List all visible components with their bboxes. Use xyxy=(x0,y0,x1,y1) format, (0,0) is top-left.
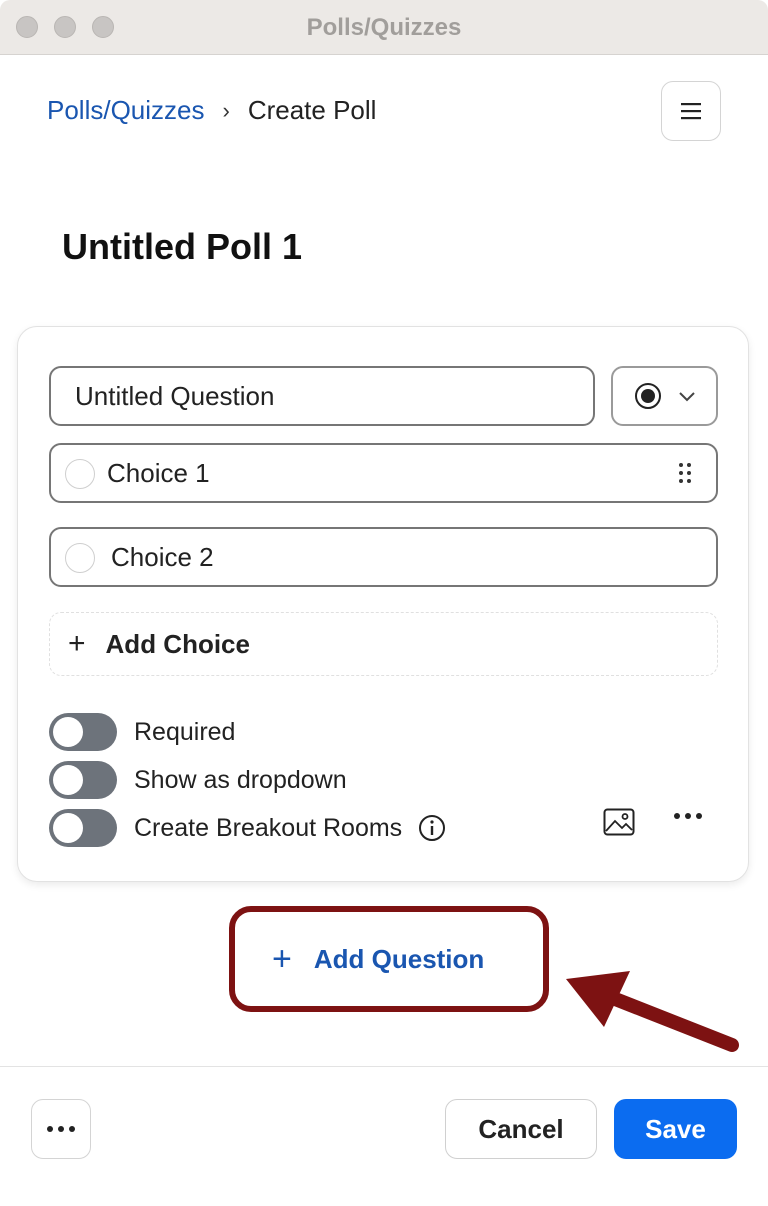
chevron-down-icon xyxy=(678,392,695,402)
question-title-input[interactable]: Untitled Question xyxy=(49,366,595,426)
breadcrumb: Polls/Quizzes › Create Poll xyxy=(47,95,376,126)
window-title: Polls/Quizzes xyxy=(306,14,462,41)
more-options-icon[interactable] xyxy=(673,812,703,820)
drag-handle-icon[interactable] xyxy=(678,461,692,485)
annotation-highlight-box xyxy=(229,906,549,1012)
breadcrumb-separator: › xyxy=(222,97,230,123)
option-required: Required xyxy=(49,712,235,752)
option-breakout-rooms: Create Breakout Rooms xyxy=(49,808,446,848)
breadcrumb-polls-link[interactable]: Polls/Quizzes xyxy=(47,95,205,126)
add-choice-label: Add Choice xyxy=(105,628,250,659)
window-titlebar: Polls/Quizzes xyxy=(0,0,768,55)
required-toggle[interactable] xyxy=(49,713,117,751)
choice-row[interactable]: Choice 1 xyxy=(49,443,718,503)
question-type-dropdown[interactable] xyxy=(611,366,718,426)
info-icon[interactable] xyxy=(418,814,446,842)
breakout-rooms-toggle[interactable] xyxy=(49,809,117,847)
question-card: Untitled Question Choice 1 Choice 2 + Ad… xyxy=(17,326,749,882)
option-label: Create Breakout Rooms xyxy=(134,813,403,842)
breadcrumb-current: Create Poll xyxy=(247,95,377,125)
image-icon[interactable] xyxy=(603,808,635,836)
radio-selected-icon xyxy=(634,383,661,409)
footer-more-button[interactable] xyxy=(31,1099,91,1159)
plus-icon: + xyxy=(68,627,86,660)
menu-button[interactable] xyxy=(661,81,721,141)
save-button[interactable]: Save xyxy=(614,1099,737,1159)
option-label: Show as dropdown xyxy=(134,765,347,794)
option-show-as-dropdown: Show as dropdown xyxy=(49,760,347,800)
choice-row[interactable]: Choice 2 xyxy=(49,527,718,587)
cancel-button[interactable]: Cancel xyxy=(445,1099,597,1159)
poll-title[interactable]: Untitled Poll 1 xyxy=(62,226,302,268)
radio-empty-icon xyxy=(65,543,95,573)
radio-empty-icon xyxy=(65,459,95,489)
choice-label[interactable]: Choice 2 xyxy=(111,529,214,585)
annotation-arrow-icon xyxy=(566,971,739,1052)
option-label: Required xyxy=(134,717,236,746)
add-choice-button[interactable]: + Add Choice xyxy=(49,612,718,676)
more-options-icon xyxy=(47,1126,75,1132)
choice-label[interactable]: Choice 1 xyxy=(107,445,210,501)
show-as-dropdown-toggle[interactable] xyxy=(49,761,117,799)
footer-divider xyxy=(0,1066,768,1067)
hamburger-menu-icon xyxy=(681,103,701,120)
